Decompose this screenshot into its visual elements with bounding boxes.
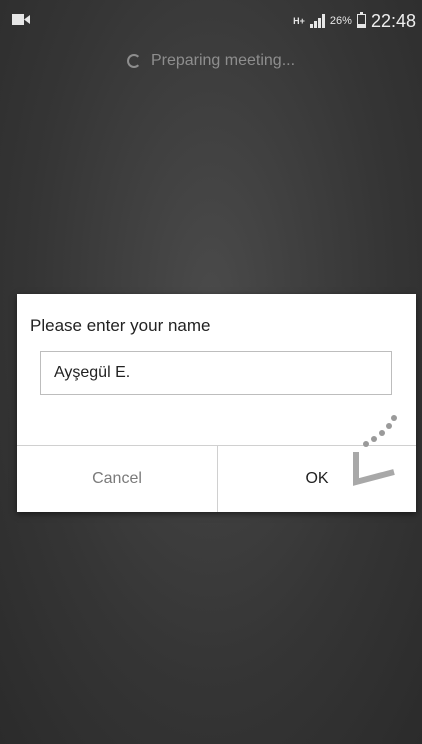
status-bar: H+ 26% 22:48 (0, 0, 422, 46)
meeting-screen: H+ 26% 22:48 Preparing meeting... Please… (0, 0, 422, 744)
network-type-label: H+ (293, 15, 305, 26)
loading-status: Preparing meeting... (0, 52, 422, 70)
loading-text: Preparing meeting... (150, 52, 296, 69)
status-indicators: H+ 26% 22:48 (293, 11, 416, 31)
battery-icon (356, 12, 366, 28)
pointer-hint-icon (353, 415, 397, 486)
name-input[interactable] (40, 351, 392, 395)
dialog-title: Please enter your name (30, 316, 211, 335)
signal-strength-icon (309, 14, 325, 28)
video-camera-icon (12, 14, 30, 25)
battery-percent: 26% (329, 15, 352, 27)
cancel-button[interactable]: Cancel (17, 446, 217, 512)
spinner-icon (126, 54, 141, 68)
clock: 22:48 (370, 10, 416, 31)
